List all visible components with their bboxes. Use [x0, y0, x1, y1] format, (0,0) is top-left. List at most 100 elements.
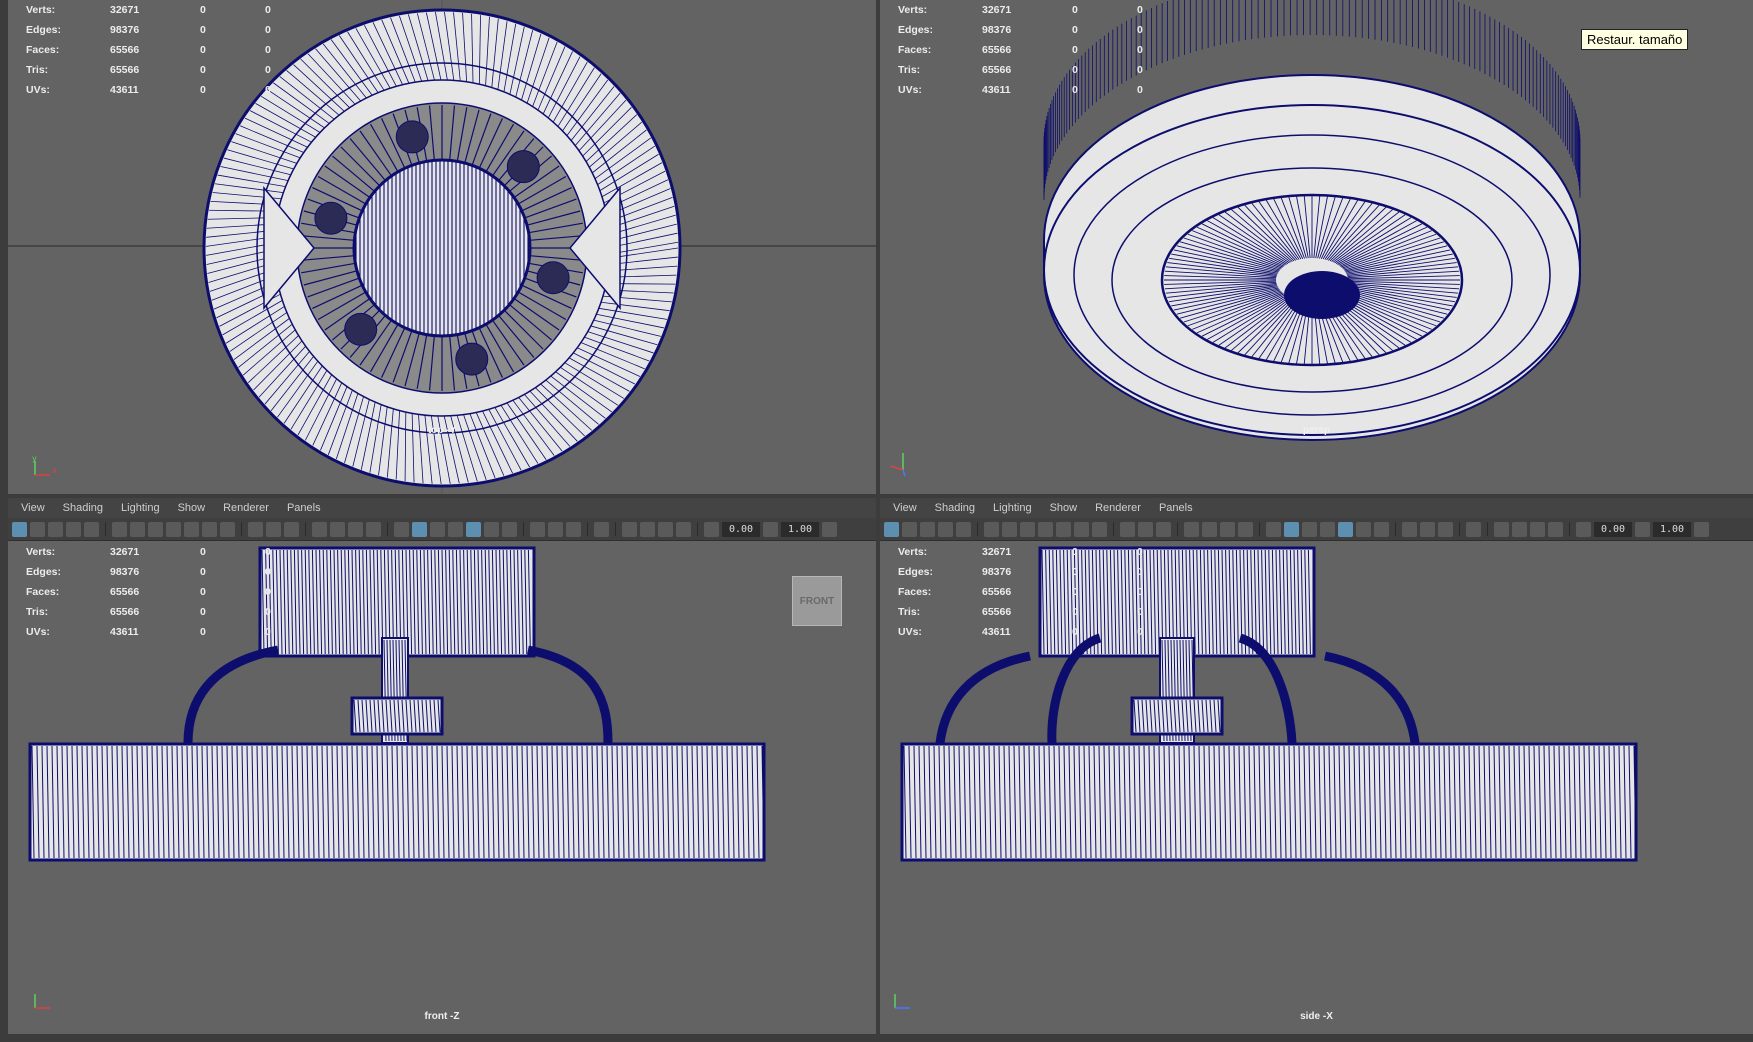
camera-icon[interactable]: [1420, 521, 1435, 537]
grid-icon[interactable]: [938, 521, 953, 537]
menu-renderer[interactable]: Renderer: [1086, 502, 1150, 514]
menu-show[interactable]: Show: [1041, 502, 1087, 514]
gamma-field[interactable]: 1.00: [1653, 521, 1691, 537]
bookmark-icon[interactable]: [1184, 521, 1199, 537]
gamma-icon[interactable]: [484, 521, 499, 537]
exposure-icon[interactable]: [822, 521, 837, 537]
viewport-front[interactable]: View Shading Lighting Show Renderer Pane…: [8, 498, 876, 1034]
bookmark-icon[interactable]: [1438, 521, 1453, 537]
camera-icon[interactable]: [548, 521, 563, 537]
gamma-icon[interactable]: [1092, 521, 1107, 537]
exposure-field[interactable]: 0.00: [1594, 521, 1632, 537]
hud-row: Verts: 32671 0 0: [898, 0, 1202, 20]
select-camera-icon[interactable]: [1138, 521, 1153, 537]
xray-icon[interactable]: [1002, 521, 1017, 537]
hud-sel: 0: [200, 546, 206, 558]
grid-icon[interactable]: [330, 521, 345, 537]
lights-icon[interactable]: [1284, 521, 1299, 537]
ball-0: [536, 261, 570, 295]
exposure-icon[interactable]: [1338, 521, 1353, 537]
isolate-icon[interactable]: [184, 521, 199, 537]
isolate-icon[interactable]: [1635, 521, 1650, 537]
xray-icon[interactable]: [1530, 521, 1545, 537]
gamma-icon[interactable]: [220, 521, 235, 537]
smooth-shade-icon[interactable]: [112, 521, 127, 537]
bookmark-icon[interactable]: [566, 521, 581, 537]
lights-icon[interactable]: [412, 521, 427, 537]
smooth-shade-icon[interactable]: [1512, 521, 1527, 537]
menu-view[interactable]: View: [12, 502, 54, 514]
select-camera-icon[interactable]: [530, 521, 545, 537]
wireframe-icon[interactable]: [1220, 521, 1235, 537]
grid-icon[interactable]: [1202, 521, 1217, 537]
wireframe-icon[interactable]: [84, 521, 99, 537]
lights-icon[interactable]: [1020, 521, 1035, 537]
menu-renderer[interactable]: Renderer: [214, 502, 278, 514]
exposure-icon[interactable]: [1074, 521, 1089, 537]
menu-lighting[interactable]: Lighting: [984, 502, 1041, 514]
isolate-icon[interactable]: [763, 521, 778, 537]
smooth-shade-icon[interactable]: [366, 521, 381, 537]
shadows-icon[interactable]: [166, 521, 181, 537]
viewport-top[interactable]: Verts: 32671 0 0 Edges: 98376 0 0 Faces: 65566 0 0 T…: [8, 0, 876, 494]
bookmark-icon[interactable]: [920, 521, 935, 537]
viewport-side[interactable]: View Shading Lighting Show Renderer Pane…: [880, 498, 1753, 1034]
viewport-persp[interactable]: Verts: 32671 0 0 Edges: 98376 0 0 Faces: 65566 0 0 T…: [880, 0, 1753, 494]
isolate-icon[interactable]: [1056, 521, 1071, 537]
select-camera-icon[interactable]: [12, 521, 27, 537]
xray-icon[interactable]: [130, 521, 145, 537]
exposure-icon[interactable]: [202, 521, 217, 537]
hud-value: 32671: [982, 546, 1012, 558]
shadows-icon[interactable]: [1302, 521, 1317, 537]
menu-show[interactable]: Show: [169, 502, 215, 514]
wireframe-icon[interactable]: [956, 521, 971, 537]
menu-panels[interactable]: Panels: [278, 502, 330, 514]
camera-icon[interactable]: [1156, 521, 1171, 537]
exposure-icon[interactable]: [466, 521, 481, 537]
isolate-icon[interactable]: [448, 521, 463, 537]
lights-icon[interactable]: [148, 521, 163, 537]
select-camera-icon[interactable]: [1402, 521, 1417, 537]
shadows-icon[interactable]: [704, 521, 719, 537]
lights-icon[interactable]: [1548, 521, 1563, 537]
shadows-icon[interactable]: [1038, 521, 1053, 537]
menu-shading[interactable]: Shading: [926, 502, 984, 514]
camera-icon[interactable]: [902, 521, 917, 537]
wireframe-icon[interactable]: [1494, 521, 1509, 537]
camera-icon[interactable]: [284, 521, 299, 537]
xray-icon[interactable]: [394, 521, 409, 537]
bookmark-icon[interactable]: [48, 521, 63, 537]
camera-icon[interactable]: [30, 521, 45, 537]
menu-shading[interactable]: Shading: [54, 502, 112, 514]
color-management-icon[interactable]: [248, 521, 263, 537]
bookmark-icon[interactable]: [312, 521, 327, 537]
exposure-icon[interactable]: [1694, 521, 1709, 537]
gamma-field[interactable]: 1.00: [781, 521, 819, 537]
shadows-icon[interactable]: [430, 521, 445, 537]
smooth-shade-icon[interactable]: [1238, 521, 1253, 537]
xray-icon[interactable]: [1266, 521, 1281, 537]
xray-icon[interactable]: [658, 521, 673, 537]
menu-lighting[interactable]: Lighting: [112, 502, 169, 514]
grid-icon[interactable]: [594, 521, 609, 537]
grid-icon[interactable]: [1466, 521, 1481, 537]
menu-view[interactable]: View: [884, 502, 926, 514]
color-management-icon[interactable]: [1120, 521, 1135, 537]
wireframe-icon[interactable]: [348, 521, 363, 537]
viewcube[interactable]: FRONT: [792, 576, 842, 626]
gamma-icon[interactable]: [1356, 521, 1371, 537]
shadows-icon[interactable]: [1576, 521, 1591, 537]
select-camera-icon[interactable]: [884, 521, 899, 537]
wireframe-icon[interactable]: [622, 521, 637, 537]
exposure-field[interactable]: 0.00: [722, 521, 760, 537]
color-management-icon[interactable]: [502, 521, 517, 537]
menu-panels[interactable]: Panels: [1150, 502, 1202, 514]
color-management-icon[interactable]: [1374, 521, 1389, 537]
grid-icon[interactable]: [66, 521, 81, 537]
isolate-icon[interactable]: [1320, 521, 1335, 537]
smooth-shade-icon[interactable]: [640, 521, 655, 537]
lights-icon[interactable]: [676, 521, 691, 537]
select-camera-icon[interactable]: [266, 521, 281, 537]
smooth-shade-icon[interactable]: [984, 521, 999, 537]
hud-comp: 0: [1137, 24, 1143, 36]
